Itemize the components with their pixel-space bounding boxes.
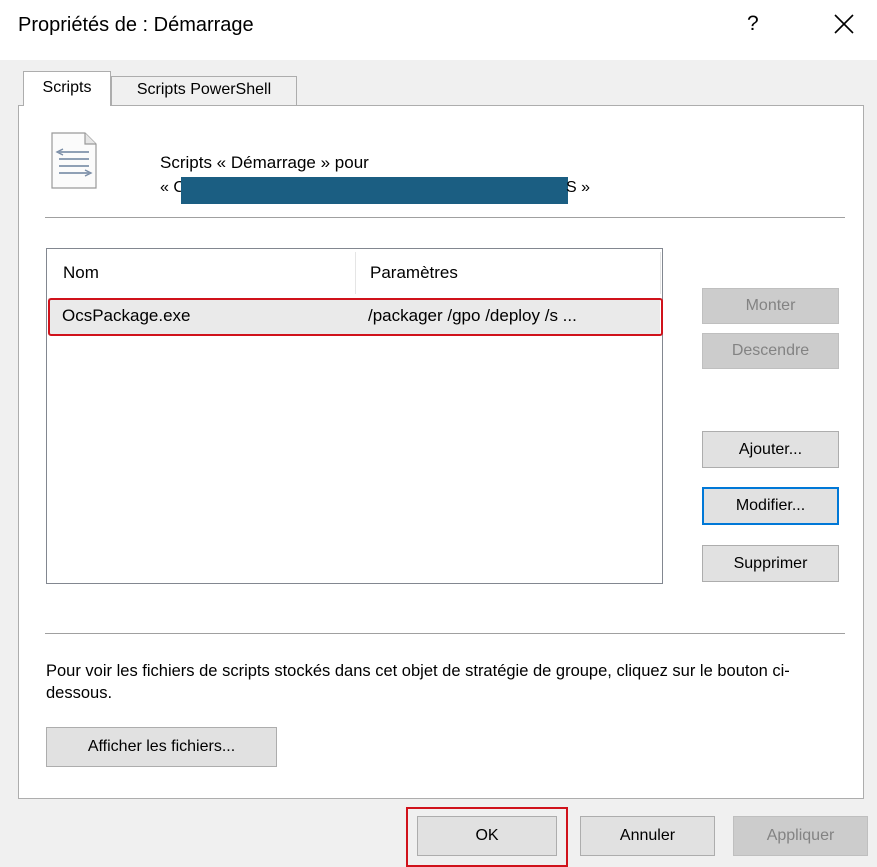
cancel-button[interactable]: Annuler (580, 816, 715, 856)
move-down-button[interactable]: Descendre (702, 333, 839, 369)
remove-button[interactable]: Supprimer (702, 545, 839, 582)
row-highlight-annotation (48, 298, 663, 336)
column-header-nom[interactable]: Nom (63, 263, 99, 283)
scripts-header-title: Scripts « Démarrage » pour (160, 153, 369, 172)
info-text: Pour voir les fichiers de scripts stocké… (46, 662, 790, 702)
ok-highlight-annotation (406, 807, 568, 867)
tab-scripts[interactable]: Scripts (23, 71, 111, 106)
separator-bottom (45, 633, 845, 634)
separator-top (45, 217, 845, 218)
script-file-icon (51, 132, 97, 189)
column-divider-end (660, 252, 661, 294)
column-header-parametres[interactable]: Paramètres (370, 263, 458, 283)
show-files-button[interactable]: Afficher les fichiers... (46, 727, 277, 767)
window-title: Propriétés de : Démarrage (18, 14, 254, 36)
redacted-gpo-name (181, 177, 568, 204)
scripts-header-gpo-end: S » (566, 179, 591, 196)
close-icon[interactable] (832, 12, 856, 36)
edit-button[interactable]: Modifier... (702, 487, 839, 525)
column-divider[interactable] (355, 252, 356, 294)
move-up-button[interactable]: Monter (702, 288, 839, 324)
add-button[interactable]: Ajouter... (702, 431, 839, 468)
apply-button[interactable]: Appliquer (733, 816, 868, 856)
tab-scripts-powershell[interactable]: Scripts PowerShell (111, 76, 297, 106)
help-button[interactable]: ? (747, 12, 759, 36)
